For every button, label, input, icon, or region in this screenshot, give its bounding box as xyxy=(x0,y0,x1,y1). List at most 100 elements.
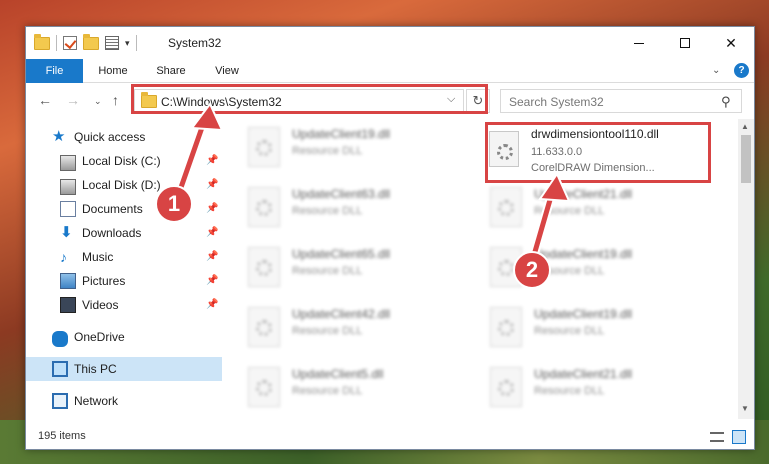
sidebar-item-label: Local Disk (D:) xyxy=(82,178,161,192)
pin-icon[interactable]: 📌 xyxy=(206,203,218,214)
sidebar-item-label: Local Disk (C:) xyxy=(82,154,161,168)
network-icon xyxy=(52,393,68,409)
expand-ribbon-icon[interactable]: ⌄ xyxy=(712,65,722,76)
tab-home[interactable]: Home xyxy=(88,59,138,83)
pin-icon[interactable]: 📌 xyxy=(206,155,218,166)
pin-icon[interactable]: 📌 xyxy=(206,251,218,262)
sidebar-item-label: Quick access xyxy=(74,130,146,144)
sidebar-item-label: This PC xyxy=(74,362,117,376)
list-item[interactable]: UpdateClient42.dll Resource DLL xyxy=(248,305,478,353)
sidebar-item-videos[interactable]: Videos 📌 xyxy=(26,293,222,317)
scroll-down-icon[interactable]: ▼ xyxy=(741,404,749,413)
minimize-button[interactable] xyxy=(616,27,662,59)
list-item[interactable]: UpdateClient65.dll Resource DLL xyxy=(248,245,478,293)
recent-locations-button[interactable]: ⌄ xyxy=(94,96,102,107)
pictures-icon xyxy=(60,273,76,289)
sidebar-item-label: Music xyxy=(82,250,114,264)
dll-file-icon xyxy=(490,367,522,407)
forward-button[interactable]: → xyxy=(66,92,80,108)
sidebar-item-local-disk-d[interactable]: Local Disk (D:) 📌 xyxy=(26,173,222,197)
pin-icon[interactable]: 📌 xyxy=(206,227,218,238)
computer-icon xyxy=(52,361,68,377)
scrollbar-thumb[interactable] xyxy=(741,135,751,183)
list-item[interactable]: UpdateClient21.dll Resource DLL xyxy=(490,365,720,413)
file-description: Resource DLL xyxy=(292,145,363,157)
disk-icon xyxy=(60,178,76,195)
address-bar-highlight xyxy=(131,84,488,114)
help-icon[interactable]: ? xyxy=(734,63,749,78)
pin-icon[interactable]: 📌 xyxy=(206,299,218,310)
videos-icon xyxy=(60,297,76,313)
sidebar-item-pictures[interactable]: Pictures 📌 xyxy=(26,269,222,293)
scroll-up-icon[interactable]: ▲ xyxy=(741,122,749,131)
divider xyxy=(135,35,137,51)
file-name: UpdateClient19.dll xyxy=(534,307,633,321)
list-item[interactable]: UpdateClient5.dll Resource DLL xyxy=(248,365,478,413)
dll-file-icon xyxy=(248,307,280,347)
navigation-pane: ★ Quick access Local Disk (C:) 📌 Local D… xyxy=(26,119,222,419)
dll-file-icon xyxy=(490,187,522,227)
list-item[interactable]: UpdateClient19.dll Resource DLL xyxy=(248,125,478,173)
folder-icon[interactable] xyxy=(34,33,50,50)
file-name: UpdateClient21.dll xyxy=(534,187,633,201)
pin-icon[interactable]: 📌 xyxy=(206,179,218,190)
pin-icon[interactable]: 📌 xyxy=(206,275,218,286)
dll-file-icon xyxy=(490,307,522,347)
vertical-scrollbar[interactable]: ▲ ▼ xyxy=(738,119,754,419)
list-item[interactable]: UpdateClient19.dll Resource DLL xyxy=(490,305,720,353)
list-item[interactable]: UpdateClient21.dll Resource DLL xyxy=(490,185,720,233)
search-input[interactable]: Search System32 ⚲ xyxy=(500,89,742,113)
file-name: UpdateClient19.dll xyxy=(534,247,633,261)
dll-file-icon xyxy=(248,367,280,407)
sidebar-item-label: Pictures xyxy=(82,274,126,288)
tab-view[interactable]: View xyxy=(204,59,250,83)
title-bar: ▾ System32 ✕ xyxy=(26,27,754,59)
sidebar-item-downloads[interactable]: ⬇ Downloads 📌 xyxy=(26,221,222,245)
tab-file[interactable]: File xyxy=(26,59,83,83)
sidebar-item-label: OneDrive xyxy=(74,330,125,344)
sidebar-item-this-pc[interactable]: This PC xyxy=(26,357,222,381)
tab-share[interactable]: Share xyxy=(148,59,194,83)
sidebar-item-network[interactable]: Network xyxy=(26,389,222,413)
file-name: UpdateClient5.dll xyxy=(292,367,384,381)
file-name: UpdateClient63.dll xyxy=(292,187,391,201)
item-count: 195 items xyxy=(38,430,86,442)
sidebar-item-quick-access[interactable]: ★ Quick access xyxy=(26,125,222,149)
sidebar-item-label: Documents xyxy=(82,202,143,216)
dll-file-icon xyxy=(248,187,280,227)
file-name: UpdateClient21.dll xyxy=(534,367,633,381)
properties-check-icon[interactable] xyxy=(63,36,77,50)
details-view-icon[interactable] xyxy=(710,432,724,442)
file-description: Resource DLL xyxy=(292,265,363,277)
up-button[interactable]: ↑ xyxy=(112,92,119,108)
search-placeholder: Search System32 xyxy=(509,95,604,109)
download-icon: ⬇ xyxy=(60,224,73,241)
status-bar: 195 items xyxy=(26,425,754,449)
file-description: Resource DLL xyxy=(534,385,605,397)
close-button[interactable]: ✕ xyxy=(708,27,754,59)
maximize-icon xyxy=(680,38,690,48)
file-highlight xyxy=(485,122,711,183)
customize-toolbar-icon[interactable] xyxy=(105,36,119,50)
step-badge-2: 2 xyxy=(513,251,551,289)
file-name: UpdateClient65.dll xyxy=(292,247,391,261)
disk-icon xyxy=(60,154,76,171)
file-description: Resource DLL xyxy=(534,325,605,337)
sidebar-item-onedrive[interactable]: OneDrive xyxy=(26,325,222,349)
divider xyxy=(56,35,57,51)
ribbon-tabs: File Home Share View ⌄ ? xyxy=(26,59,754,83)
dll-file-icon xyxy=(248,127,280,167)
window-title: System32 xyxy=(168,36,222,50)
list-item[interactable]: UpdateClient63.dll Resource DLL xyxy=(248,185,478,233)
back-button[interactable]: ← xyxy=(38,92,52,108)
tiles-view-icon[interactable] xyxy=(732,430,746,444)
search-icon[interactable]: ⚲ xyxy=(721,94,731,110)
sidebar-item-label: Network xyxy=(74,394,119,408)
minimize-icon xyxy=(634,42,644,44)
chevron-down-icon[interactable]: ▾ xyxy=(125,38,130,49)
new-folder-icon[interactable] xyxy=(83,33,99,50)
sidebar-item-music[interactable]: ♪ Music 📌 xyxy=(26,245,222,269)
maximize-button[interactable] xyxy=(662,27,708,59)
file-description: Resource DLL xyxy=(292,385,363,397)
sidebar-item-local-disk-c[interactable]: Local Disk (C:) 📌 xyxy=(26,149,222,173)
